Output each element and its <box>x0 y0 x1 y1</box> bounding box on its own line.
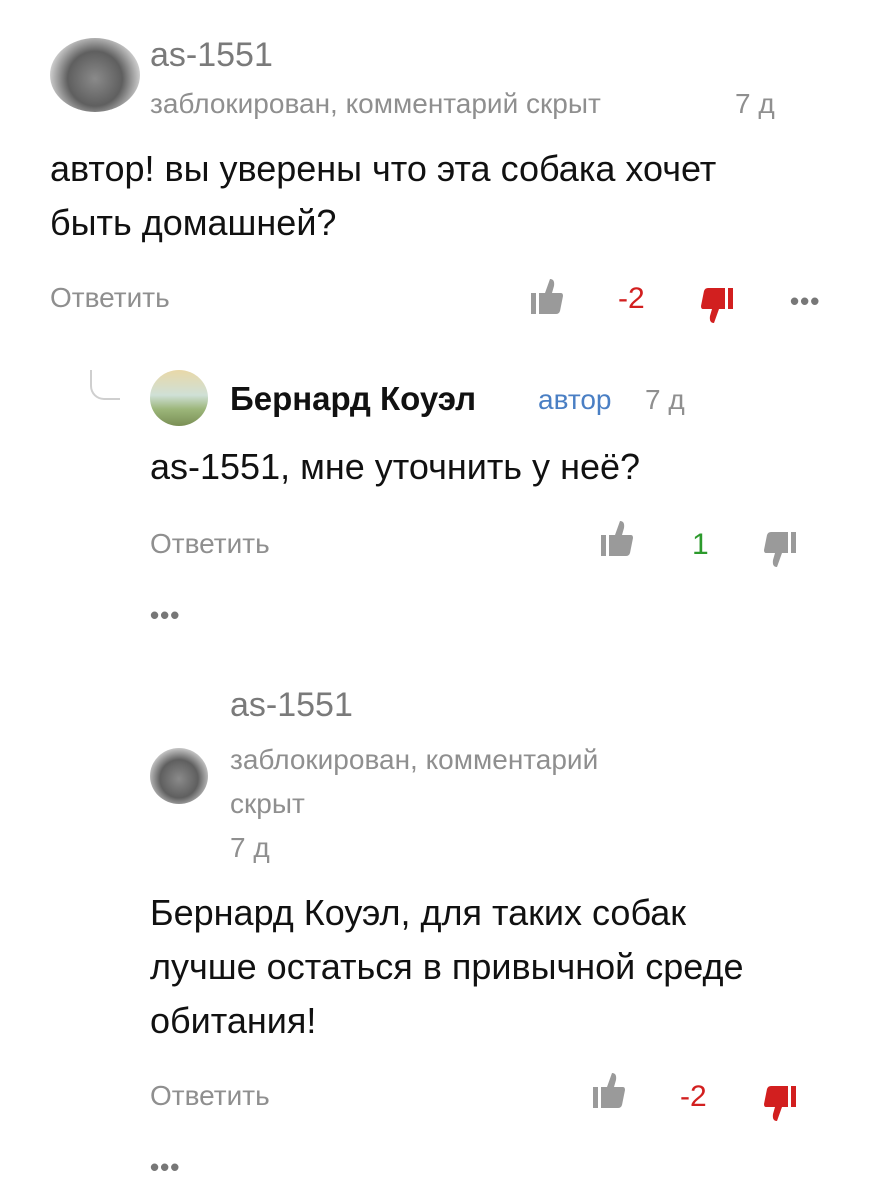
comment-text-line: лучше остаться в привычной среде <box>150 946 744 987</box>
comment-status-line: заблокирован, комментарий <box>230 744 599 775</box>
thumbs-down-icon[interactable] <box>700 286 734 326</box>
comment-text: автор! вы уверены что эта собака хочет б… <box>50 142 830 250</box>
comment-status: заблокирован, комментарий скрыт <box>230 738 598 826</box>
reply-button[interactable]: Ответить <box>150 528 270 560</box>
user-avatar[interactable] <box>50 38 140 112</box>
thread-line <box>90 370 120 400</box>
thumbs-up-icon[interactable] <box>592 1070 626 1110</box>
comment-text-line: обитания! <box>150 1000 317 1041</box>
comment-score: 1 <box>692 528 709 561</box>
reply-button[interactable]: Ответить <box>50 282 170 314</box>
comment-text-line: Бернард Коуэл, для таких собак <box>150 892 687 933</box>
thumbs-up-icon[interactable] <box>530 276 564 316</box>
comment-time: 7 д <box>735 88 775 119</box>
thumbs-up-icon[interactable] <box>600 518 634 558</box>
reply-button[interactable]: Ответить <box>150 1080 270 1112</box>
comment-text-line: as-1551, мне уточнить у неё? <box>150 446 641 487</box>
comment-text-line: автор! вы уверены что эта собака хочет <box>50 148 717 189</box>
author-badge: автор <box>538 384 612 415</box>
thumbs-down-icon[interactable] <box>763 1084 797 1124</box>
comment-text: as-1551, мне уточнить у неё? <box>150 440 850 494</box>
comment-score: -2 <box>618 282 645 315</box>
comment-time: 7 д <box>645 384 685 415</box>
comment-time: 7 д <box>230 832 270 863</box>
comment-text-line: быть домашней? <box>50 202 337 243</box>
comment-status: заблокирован, комментарий скрыт <box>150 88 601 119</box>
comment-score: -2 <box>680 1080 707 1113</box>
thumbs-down-icon[interactable] <box>763 530 797 570</box>
user-avatar[interactable] <box>150 370 208 426</box>
comment-status-line: скрыт <box>230 788 305 819</box>
comment-username[interactable]: as-1551 <box>150 36 273 75</box>
comment-username[interactable]: Бернард Коуэл <box>230 380 476 418</box>
more-dots-icon[interactable]: ••• <box>150 600 180 631</box>
more-dots-icon[interactable]: ••• <box>790 286 820 317</box>
comment-text: Бернард Коуэл, для таких собак лучше ост… <box>150 886 850 1048</box>
comment-username[interactable]: as-1551 <box>230 686 353 725</box>
more-dots-icon[interactable]: ••• <box>150 1152 180 1183</box>
user-avatar[interactable] <box>150 748 208 804</box>
